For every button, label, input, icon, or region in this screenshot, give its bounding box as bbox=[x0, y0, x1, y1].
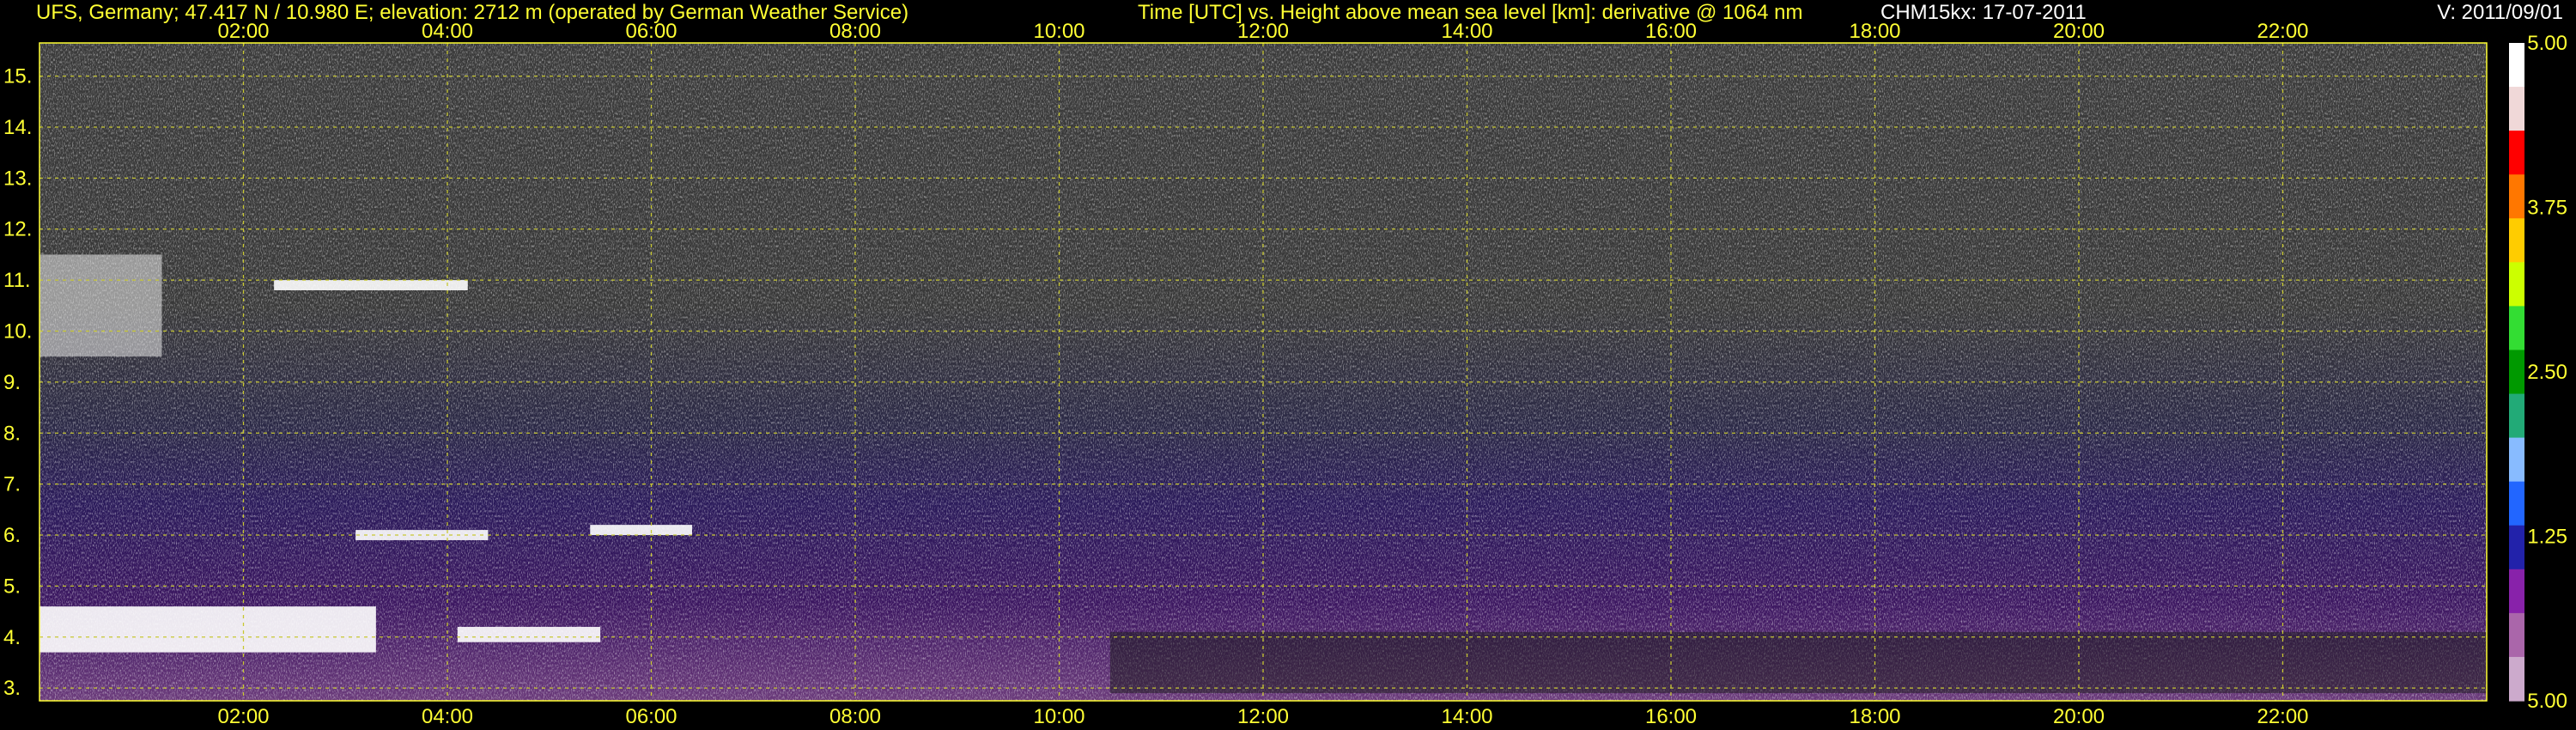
y-tick-label: 5. bbox=[3, 575, 21, 598]
colorbar-segment bbox=[2509, 612, 2524, 658]
x-tick-label-bottom: 10:00 bbox=[1033, 705, 1084, 728]
colorbar: 5.00 3.75 2.50 1.25 5.00 bbox=[2509, 32, 2567, 713]
x-tick-label-bottom: 22:00 bbox=[2257, 705, 2308, 728]
colorbar-segment bbox=[2509, 569, 2524, 614]
x-axis-bottom: 02:00 04:00 06:00 08:00 10:00 12:00 14:00 16:00… bbox=[217, 705, 2308, 728]
version-label: V: 2011/09/01 bbox=[2437, 1, 2563, 24]
y-tick-label: 12. bbox=[3, 218, 32, 241]
colorbar-segment bbox=[2509, 481, 2524, 526]
y-tick-label: 6. bbox=[3, 524, 21, 547]
y-tick-label: 13. bbox=[3, 167, 32, 190]
x-tick-label-bottom: 20:00 bbox=[2053, 705, 2105, 728]
x-tick-label-top: 22:00 bbox=[2257, 20, 2308, 43]
y-tick-label: 4. bbox=[3, 626, 21, 649]
colorbar-segment bbox=[2509, 43, 2524, 88]
lidar-chart: UFS, Germany; 47.417 N / 10.980 E; eleva… bbox=[3, 1, 2567, 728]
x-tick-label-top: 18:00 bbox=[1849, 20, 1900, 43]
colorbar-segment bbox=[2509, 218, 2524, 263]
colorbar-label: 2.50 bbox=[2527, 361, 2567, 384]
x-tick-label-top: 16:00 bbox=[1645, 20, 1697, 43]
x-tick-label-bottom: 02:00 bbox=[217, 705, 269, 728]
colorbar-segment bbox=[2509, 87, 2524, 131]
x-tick-label-top: 10:00 bbox=[1033, 20, 1084, 43]
x-tick-label-bottom: 14:00 bbox=[1441, 705, 1492, 728]
colorbar-scale bbox=[2509, 43, 2524, 702]
y-tick-label: 15. bbox=[3, 65, 32, 88]
cloud-layer bbox=[274, 280, 468, 290]
y-tick-label: 7. bbox=[3, 473, 21, 496]
x-tick-label-bottom: 08:00 bbox=[829, 705, 881, 728]
y-tick-label: 9. bbox=[3, 371, 21, 394]
x-tick-label-top: 04:00 bbox=[422, 20, 473, 43]
x-tick-label-top: 20:00 bbox=[2053, 20, 2105, 43]
colorbar-segment bbox=[2509, 393, 2524, 439]
x-tick-label-bottom: 04:00 bbox=[422, 705, 473, 728]
colorbar-segment bbox=[2509, 525, 2524, 570]
colorbar-label: 5.00 bbox=[2527, 690, 2567, 713]
y-tick-label: 11. bbox=[3, 269, 31, 292]
cloud-layer bbox=[590, 525, 692, 536]
x-tick-label-top: 12:00 bbox=[1237, 20, 1289, 43]
x-tick-label-top: 14:00 bbox=[1441, 20, 1492, 43]
x-tick-label-top: 06:00 bbox=[625, 20, 677, 43]
colorbar-segment bbox=[2509, 656, 2524, 702]
header: UFS, Germany; 47.417 N / 10.980 E; eleva… bbox=[36, 1, 2563, 24]
colorbar-segment bbox=[2509, 437, 2524, 483]
y-tick-label: 10. bbox=[3, 319, 32, 343]
colorbar-segment bbox=[2509, 306, 2524, 351]
colorbar-label: 3.75 bbox=[2527, 197, 2567, 220]
colorbar-segment bbox=[2509, 262, 2524, 307]
colorbar-segment bbox=[2509, 350, 2524, 395]
y-tick-label: 14. bbox=[3, 116, 32, 139]
y-tick-label: 3. bbox=[3, 677, 21, 700]
x-tick-label-bottom: 18:00 bbox=[1849, 705, 1900, 728]
x-tick-label-bottom: 06:00 bbox=[625, 705, 677, 728]
colorbar-label: 1.25 bbox=[2527, 526, 2567, 549]
cloud-layer bbox=[355, 530, 489, 540]
x-tick-label-bottom: 16:00 bbox=[1645, 705, 1697, 728]
cirrus-cloud bbox=[39, 254, 162, 357]
colorbar-segment bbox=[2509, 174, 2524, 219]
colorbar-labels: 5.00 3.75 2.50 1.25 5.00 bbox=[2527, 32, 2567, 713]
cloud-layer bbox=[39, 606, 376, 653]
x-tick-label-bottom: 12:00 bbox=[1237, 705, 1289, 728]
x-tick-label-top: 08:00 bbox=[829, 20, 881, 43]
colorbar-segment bbox=[2509, 131, 2524, 175]
colorbar-label: 5.00 bbox=[2527, 32, 2567, 55]
y-tick-label: 8. bbox=[3, 422, 21, 445]
plot-area bbox=[39, 42, 2488, 702]
cloud-layer bbox=[457, 626, 601, 642]
boundary-layer bbox=[1109, 631, 2487, 694]
y-axis: 3. 4. 5. 6. 7. 8. 9. 10. 11. 12. 13. 14. 15. bbox=[3, 65, 32, 701]
x-tick-label-top: 02:00 bbox=[217, 20, 269, 43]
